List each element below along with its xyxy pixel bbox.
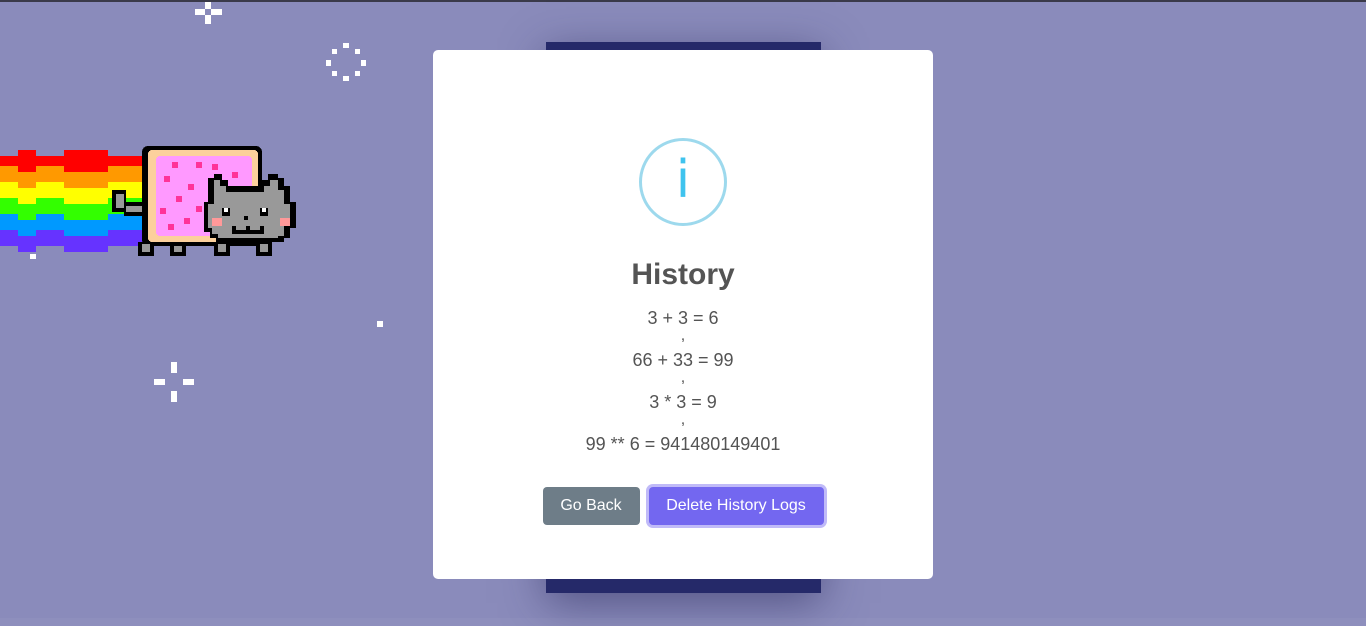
delete-history-button[interactable]: Delete History Logs [648, 487, 824, 525]
history-dialog: i History 3 + 3 = 6 , 66 + 33 = 99 , 3 *… [433, 50, 933, 579]
history-entry: 99 ** 6 = 941480149401 [585, 434, 781, 454]
history-list: 3 + 3 = 6 , 66 + 33 = 99 , 3 * 3 = 9 , 9… [433, 308, 933, 455]
history-entry: 3 * 3 = 9 [649, 392, 717, 412]
history-entry: 66 + 33 = 99 [632, 350, 734, 370]
bottom-edge [0, 618, 1366, 626]
history-separator: , [680, 369, 686, 386]
history-separator: , [680, 327, 686, 344]
go-back-button[interactable]: Go Back [542, 487, 640, 525]
rainbow-trail [0, 150, 150, 252]
dialog-actions: Go Back Delete History Logs [433, 487, 933, 525]
info-icon-glyph: i [675, 150, 691, 210]
info-icon: i [639, 138, 727, 226]
history-separator: , [680, 411, 686, 428]
star-dot [377, 321, 383, 327]
dialog-title: History [631, 258, 735, 291]
history-entry: 3 + 3 = 6 [647, 308, 719, 328]
nyan-cat-illustration [0, 146, 296, 256]
